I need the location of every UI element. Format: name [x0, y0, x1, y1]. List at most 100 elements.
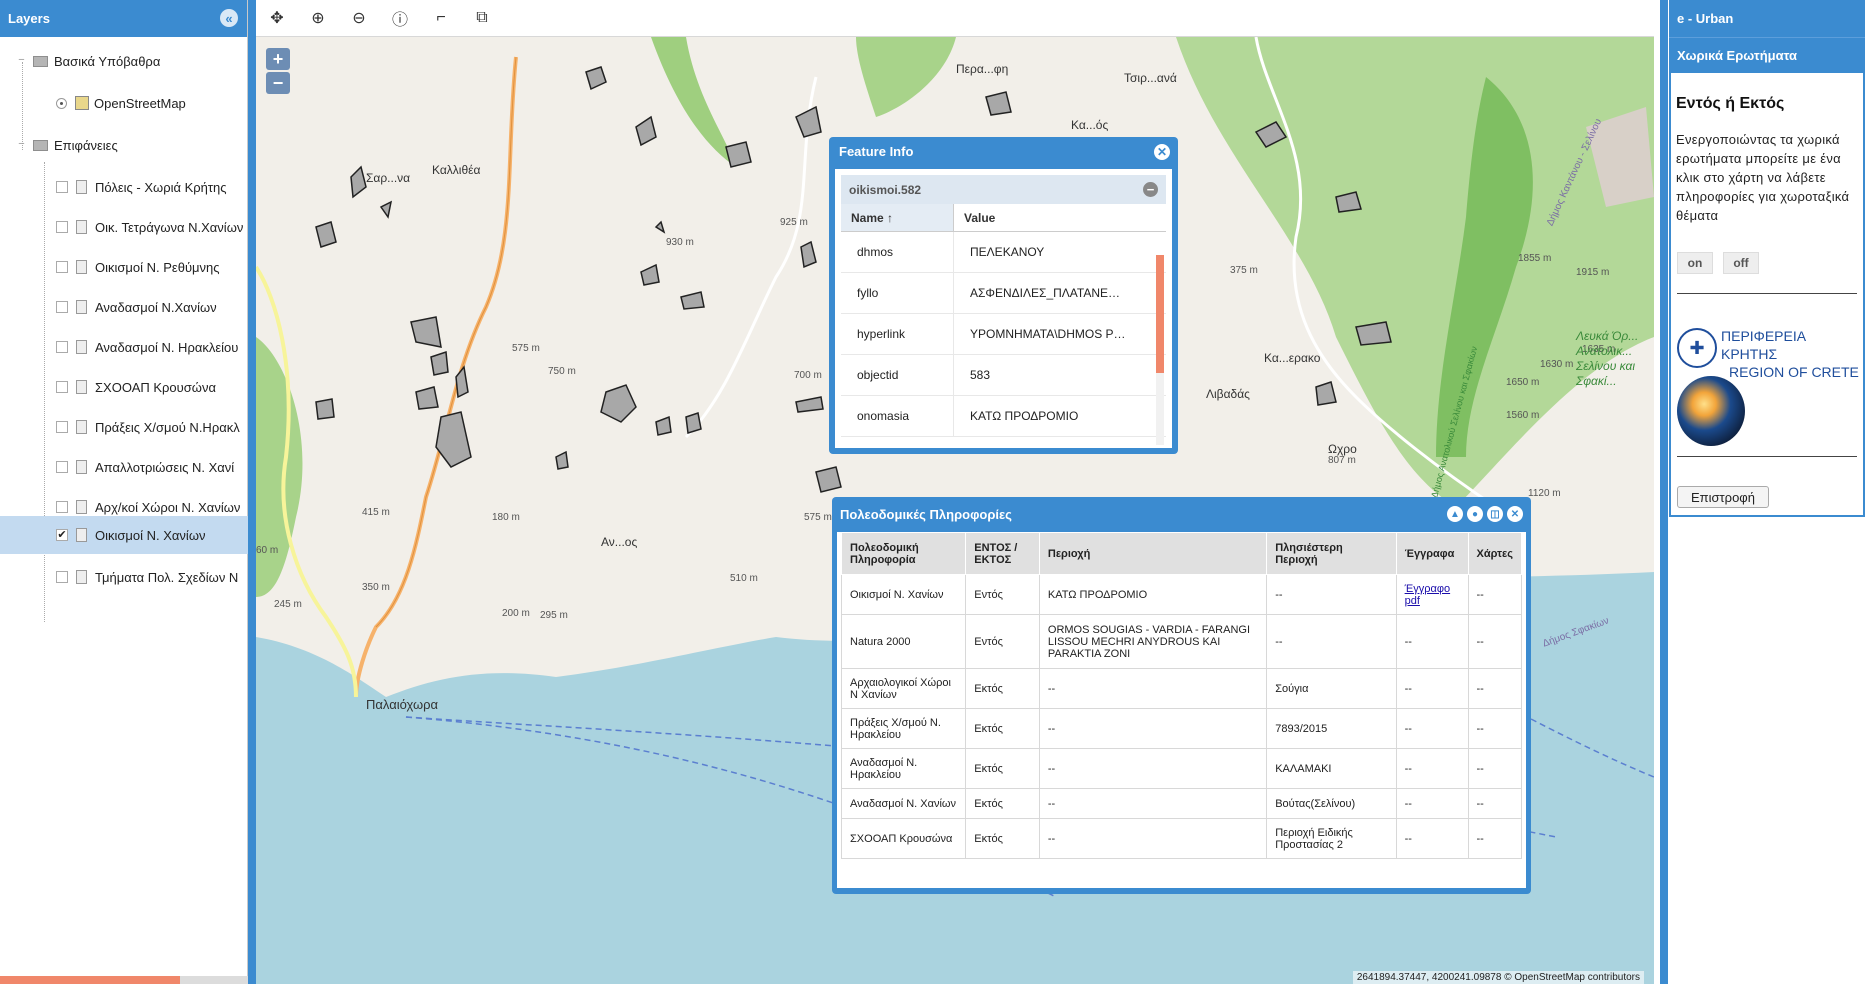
layer-checkbox[interactable]: [56, 571, 68, 583]
elevation-label: 930 m: [666, 237, 694, 248]
elevation-label: 375 m: [1230, 265, 1258, 276]
elevation-label: 415 m: [362, 507, 390, 518]
feature-row: hyperlink ΥΡΟΜΝΗΜΑΤΑ\DHMOS P…: [841, 314, 1166, 355]
cell: --: [1395, 668, 1469, 709]
close-icon[interactable]: ✕: [1507, 506, 1523, 522]
cell: Οικισμοί Ν. Χανίων: [840, 574, 967, 615]
section-title-bar[interactable]: Χωρικά Ερωτήματα: [1669, 37, 1865, 73]
layer-item[interactable]: Αναδασμοί Ν.Χανίων: [0, 288, 248, 326]
cell: Αναδασμοί Ν. Ηρακλείου: [840, 748, 967, 789]
layer-radio[interactable]: [56, 97, 67, 109]
layer-item[interactable]: Πόλεις - Χωριά Κρήτης: [0, 168, 248, 206]
zoom-out-icon[interactable]: ⊖: [346, 6, 372, 30]
close-icon[interactable]: ✕: [1154, 144, 1170, 160]
layer-item[interactable]: Αναδασμοί Ν. Ηρακλείου: [0, 328, 248, 366]
pan-icon[interactable]: ✥: [264, 6, 290, 30]
right-splitter[interactable]: [1660, 0, 1668, 984]
column-header: Πλησιέστερη Περιοχή: [1266, 532, 1397, 575]
tree-group-surfaces[interactable]: − Επιφάνειες: [0, 126, 248, 164]
elevation-label: 1915 m: [1576, 267, 1610, 278]
layer-item-selected[interactable]: ✔ Οικισμοί Ν. Χανίων: [0, 516, 248, 554]
collapse-tree-icon[interactable]: −: [16, 138, 27, 151]
town-label: Κα...ερακο: [1264, 351, 1321, 365]
horizontal-scrollbar[interactable]: [0, 976, 248, 984]
attr-name: onomasia: [841, 396, 954, 436]
layer-checkbox[interactable]: [56, 181, 68, 193]
off-button[interactable]: off: [1723, 252, 1759, 274]
layer-item[interactable]: ΣΧΟΟΑΠ Κρουσώνα: [0, 368, 248, 406]
table-row: Αρχαιολογικοί Χώροι Ν Χανίων Εκτός -- Σο…: [840, 668, 1522, 709]
cell: --: [1467, 614, 1522, 669]
layer-icon: [76, 420, 87, 434]
tree-group-base-layers[interactable]: − Βασικά Υπόβαθρα: [0, 42, 248, 80]
layer-checkbox[interactable]: [56, 421, 68, 433]
collapse-up-icon[interactable]: ▲: [1447, 506, 1463, 522]
measure-area-icon[interactable]: ⧉: [469, 6, 495, 30]
collapse-icon[interactable]: −: [1143, 182, 1158, 197]
table-row: Αναδασμοί Ν. Χανίων Εκτός -- Βούτας(Σελί…: [840, 788, 1522, 819]
column-header-value[interactable]: Value: [954, 204, 995, 231]
scrollbar-thumb[interactable]: [0, 976, 180, 984]
layer-checkbox[interactable]: [56, 461, 68, 473]
divider: [1677, 293, 1857, 294]
table-row: Αναδασμοί Ν. Ηρακλείου Εκτός -- ΚΑΛΑΜΑΚΙ…: [840, 748, 1522, 789]
attr-value: ΠΕΛΕΚΑΝΟΥ: [970, 245, 1045, 259]
layer-checkbox-checked[interactable]: ✔: [56, 529, 68, 541]
on-button[interactable]: on: [1677, 252, 1713, 274]
map-toolbar: ✥ ⊕ ⊖ ⓘ ⌐ ⧉: [256, 0, 1654, 37]
zoom-out-button[interactable]: −: [266, 72, 290, 94]
layers-panel-header: Layers «: [0, 0, 247, 37]
attribution-link[interactable]: © OpenStreetMap contributors: [1504, 972, 1640, 983]
layer-item[interactable]: Απαλλοτριώσεις Ν. Χανί: [0, 448, 248, 486]
restore-icon[interactable]: ◫: [1487, 506, 1503, 522]
feature-info-titlebar[interactable]: Feature Info ✕: [829, 137, 1178, 166]
elevation-label: 510 m: [730, 573, 758, 584]
layer-item[interactable]: Πράξεις Χ/σμού Ν.Ηρακλ: [0, 408, 248, 446]
cell: --: [1038, 788, 1268, 819]
layer-label: Τμήματα Πολ. Σχεδίων Ν: [95, 569, 239, 585]
info-icon[interactable]: ⓘ: [387, 6, 413, 30]
table-row: Οικισμοί Ν. Χανίων Εντός ΚΑΤΩ ΠΡΟΔΡΟΜΙΟ …: [840, 574, 1522, 615]
pin-icon[interactable]: ●: [1467, 506, 1483, 522]
layer-item[interactable]: Οικισμοί Ν. Ρεθύμνης: [0, 248, 248, 286]
zoom-in-icon[interactable]: ⊕: [305, 6, 331, 30]
feature-group-header[interactable]: oikismoi.582 −: [841, 175, 1166, 204]
measure-line-icon[interactable]: ⌐: [428, 6, 454, 30]
layer-checkbox[interactable]: [56, 301, 68, 313]
elevation-label: 1630 m: [1540, 359, 1574, 370]
feature-scrollbar[interactable]: [1156, 255, 1164, 445]
logo-line: REGION OF CRETE: [1729, 364, 1859, 380]
layer-checkbox[interactable]: [56, 341, 68, 353]
collapse-tree-icon[interactable]: −: [16, 54, 27, 67]
cell: --: [1395, 818, 1469, 859]
layer-checkbox[interactable]: [56, 501, 68, 513]
left-splitter[interactable]: [248, 0, 256, 984]
town-label: Καλλιθέα: [432, 163, 481, 177]
divider: [1677, 456, 1857, 457]
region-logo-text: ΠΕΡΙΦΕΡΕΙΑ ΚΡΗΤΗΣ REGION OF CRETE: [1721, 327, 1865, 381]
back-button[interactable]: Επιστροφή: [1677, 486, 1769, 508]
layer-checkbox[interactable]: [56, 261, 68, 273]
cell: --: [1395, 748, 1469, 789]
crete-region-seal-icon: ✚: [1677, 328, 1717, 368]
layer-checkbox[interactable]: [56, 381, 68, 393]
attr-name: hyperlink: [841, 314, 954, 354]
layer-item-openstreetmap[interactable]: OpenStreetMap: [0, 84, 248, 122]
pdf-document-link[interactable]: Έγγραφο pdf: [1405, 583, 1451, 607]
column-header-name[interactable]: Name ↑: [841, 204, 954, 231]
layer-item[interactable]: Τμήματα Πολ. Σχεδίων Ν: [0, 558, 248, 596]
layer-checkbox[interactable]: [56, 221, 68, 233]
attr-name: dhmos: [841, 232, 954, 272]
cell: Βούτας(Σελίνου): [1266, 788, 1397, 819]
feature-id: oikismoi.582: [849, 182, 922, 197]
urban-info-titlebar[interactable]: Πολεοδομικές Πληροφορίες ▲ ● ◫ ✕: [832, 497, 1531, 532]
cell: Εκτός: [965, 818, 1040, 859]
town-label: Ωχρο: [1328, 442, 1357, 456]
cell: --: [1467, 818, 1522, 859]
section-title: Χωρικά Ερωτήματα: [1677, 48, 1798, 63]
zoom-in-button[interactable]: +: [266, 48, 290, 70]
layer-item[interactable]: Οικ. Τετράγωνα Ν.Χανίων: [0, 208, 248, 246]
scrollbar-thumb[interactable]: [1156, 255, 1164, 373]
collapse-panel-icon[interactable]: «: [220, 9, 238, 27]
elevation-label: 700 m: [794, 370, 822, 381]
